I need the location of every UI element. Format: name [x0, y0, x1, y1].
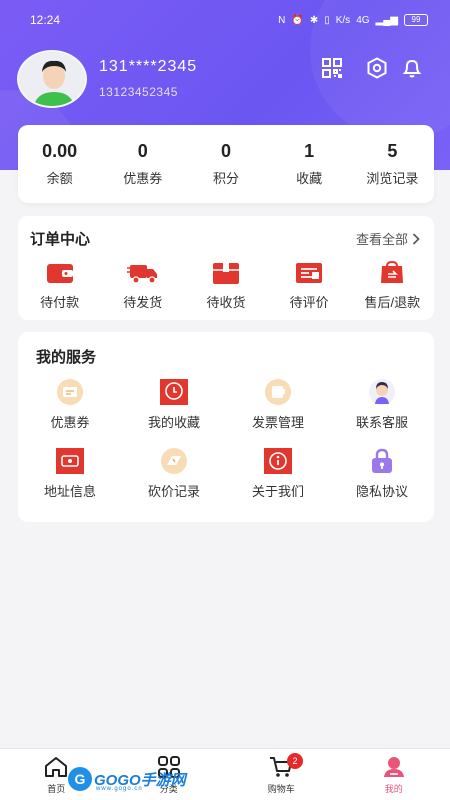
address-icon	[56, 448, 84, 474]
service-label: 砍价记录	[147, 484, 200, 499]
speed-label: K/s	[335, 14, 351, 26]
home-icon	[45, 756, 68, 777]
service-label: 发票管理	[251, 415, 304, 430]
order-center-card: 订单中心 查看全部 待付款 待发货 待收货 待评价 售后/退款	[18, 216, 434, 320]
my-services-title: 我的服务	[36, 349, 97, 366]
service-customer-service[interactable]: 联系客服	[330, 378, 434, 431]
coupon-icon	[57, 379, 83, 405]
service-label: 优惠券	[50, 415, 90, 430]
settings-icon[interactable]	[366, 57, 388, 79]
box-icon	[212, 263, 239, 284]
order-item-label: 售后/退款	[364, 295, 421, 310]
signal-icon: ▂▄▆	[375, 14, 398, 26]
service-bargain[interactable]: 砍价记录	[122, 447, 226, 500]
qrcode-icon[interactable]	[321, 57, 343, 79]
stat-balance[interactable]: 0.00 余额	[20, 141, 100, 187]
stat-favorites[interactable]: 1 收藏	[269, 141, 349, 187]
stat-label: 优惠券	[123, 171, 163, 186]
service-about[interactable]: 关于我们	[226, 447, 330, 500]
profile-icon	[383, 756, 404, 777]
status-bar: 12:24 N ⏰ ✱ ▯ K/s 4G ▂▄▆ 99	[0, 0, 450, 40]
stat-history[interactable]: 5 浏览记录	[352, 141, 432, 187]
avatar[interactable]	[17, 50, 87, 108]
service-privacy[interactable]: 隐私协议	[330, 447, 434, 500]
service-invoice[interactable]: 发票管理	[226, 378, 330, 431]
battery-icon: 99	[404, 14, 428, 26]
alarm-icon: ⏰	[291, 14, 304, 26]
tab-label: 我的	[384, 784, 403, 795]
service-label: 我的收藏	[147, 415, 200, 430]
wallet-icon	[46, 264, 73, 283]
service-label: 地址信息	[43, 484, 96, 499]
tab-cart[interactable]: 购物车 2	[225, 749, 338, 800]
my-services-card: 我的服务 优惠券 我的收藏 发票管理 联系客服 地址信息 砍价记录 关于我们 隐…	[18, 332, 434, 522]
service-label: 隐私协议	[355, 484, 408, 499]
truck-icon	[126, 265, 157, 284]
order-pending-review[interactable]: 待评价	[269, 260, 349, 311]
stat-value: 1	[304, 141, 315, 161]
service-label: 关于我们	[251, 484, 304, 499]
order-center-title: 订单中心	[30, 231, 91, 248]
stat-label: 余额	[46, 171, 73, 186]
favorite-icon	[160, 379, 188, 405]
stat-label: 收藏	[296, 171, 323, 186]
order-item-label: 待付款	[40, 295, 80, 310]
profile-phone[interactable]: 131****2345	[99, 58, 197, 76]
stat-points[interactable]: 0 积分	[186, 141, 266, 187]
stat-value: 0.00	[42, 141, 78, 161]
review-icon	[296, 263, 323, 283]
view-all-label: 查看全部	[355, 232, 408, 247]
order-item-label: 待发货	[123, 295, 163, 310]
status-icons: N ⏰ ✱ ▯ K/s 4G ▂▄▆ 99	[278, 14, 428, 26]
stat-value: 5	[387, 141, 398, 161]
stat-label: 积分	[212, 171, 239, 186]
profile-account: 13123452345	[99, 85, 178, 99]
service-favorites[interactable]: 我的收藏	[122, 378, 226, 431]
stat-value: 0	[220, 141, 231, 161]
stat-label: 浏览记录	[366, 171, 419, 186]
bargain-icon	[161, 448, 187, 474]
stat-coupons[interactable]: 0 优惠券	[103, 141, 183, 187]
invoice-icon	[265, 379, 291, 405]
stat-value: 0	[137, 141, 148, 161]
nfc-icon: N	[278, 14, 286, 26]
bell-icon[interactable]	[401, 57, 423, 79]
network-label: 4G	[356, 14, 370, 26]
watermark: G GOGO手游网 www.gogo.cn	[68, 766, 186, 792]
cart-badge: 2	[287, 753, 303, 769]
about-icon	[264, 448, 292, 474]
order-status-row: 待付款 待发货 待收货 待评价 售后/退款	[18, 260, 434, 311]
tab-label: 首页	[47, 784, 66, 795]
watermark-url: www.gogo.cn	[96, 786, 143, 792]
service-coupons[interactable]: 优惠券	[18, 378, 122, 431]
service-label: 联系客服	[355, 415, 408, 430]
tab-label: 购物车	[267, 784, 295, 795]
watermark-logo: G	[68, 767, 92, 791]
order-item-label: 待评价	[289, 295, 329, 310]
service-address[interactable]: 地址信息	[18, 447, 122, 500]
order-after-sales[interactable]: 售后/退款	[352, 260, 432, 311]
status-time: 12:24	[30, 13, 61, 27]
order-pending-receipt[interactable]: 待收货	[186, 260, 266, 311]
order-pending-shipment[interactable]: 待发货	[103, 260, 183, 311]
refund-icon	[381, 260, 404, 283]
view-all-orders-link[interactable]: 查看全部	[356, 229, 420, 248]
order-item-label: 待收货	[206, 295, 246, 310]
stats-card: 0.00 余额 0 优惠券 0 积分 1 收藏 5 浏览记录	[18, 125, 434, 203]
customer-service-icon	[369, 379, 395, 405]
services-grid: 优惠券 我的收藏 发票管理 联系客服 地址信息 砍价记录 关于我们 隐私协议	[18, 378, 434, 500]
lock-icon	[372, 448, 392, 473]
vibrate-icon: ▯	[324, 14, 330, 26]
order-pending-payment[interactable]: 待付款	[20, 260, 100, 311]
chevron-right-icon	[412, 232, 420, 245]
tab-profile[interactable]: 我的	[338, 749, 450, 800]
bluetooth-icon: ✱	[309, 14, 319, 26]
